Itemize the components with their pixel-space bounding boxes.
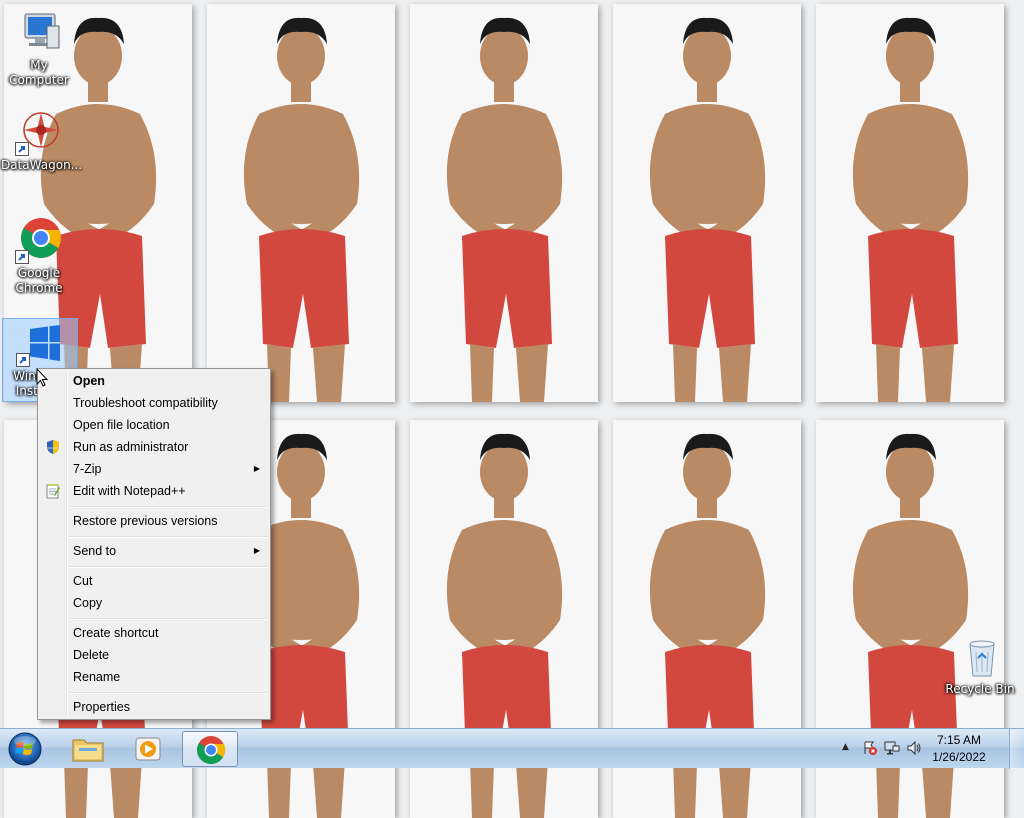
shortcut-arrow-icon xyxy=(16,353,30,367)
menu-item-restore-previous-versions[interactable]: Restore previous versions xyxy=(40,510,268,532)
recycle-bin-icon xyxy=(956,632,1004,680)
wallpaper-tile xyxy=(816,4,1004,402)
taskbar: ▲ 7:15 AM 1/26/2022 xyxy=(0,728,1024,769)
menu-item-run-as-administrator[interactable]: Run as administrator xyxy=(40,436,268,458)
menu-separator xyxy=(69,566,268,568)
context-menu: Open Troubleshoot compatibility Open fil… xyxy=(37,368,271,720)
menu-item-label: Cut xyxy=(73,574,93,588)
menu-item-open[interactable]: Open xyxy=(40,370,268,392)
menu-item-7zip[interactable]: 7-Zip ▶ xyxy=(40,458,268,480)
desktop-icon-label: Recycle Bin xyxy=(945,682,1015,696)
notepadpp-icon xyxy=(45,483,61,499)
menu-item-copy[interactable]: Copy xyxy=(40,592,268,614)
clock-date: 1/26/2022 xyxy=(932,750,986,764)
person-illustration xyxy=(649,17,766,402)
menu-item-edit-with-notepadpp[interactable]: Edit with Notepad++ xyxy=(40,480,268,502)
windows-logo-icon xyxy=(16,319,64,367)
desktop-icon-datawagon[interactable]: DataWagon... xyxy=(1,108,83,173)
submenu-arrow-icon: ▶ xyxy=(253,464,260,473)
menu-item-label: Open xyxy=(73,374,105,388)
desktop-icon-my-computer[interactable]: My Computer xyxy=(1,8,77,88)
menu-item-open-file-location[interactable]: Open file location xyxy=(40,414,268,436)
media-player-icon xyxy=(135,737,161,761)
menu-item-label: Restore previous versions xyxy=(73,514,218,528)
menu-item-label: Create shortcut xyxy=(73,626,159,640)
wallpaper-tile xyxy=(613,4,801,402)
desktop-icon-recycle-bin[interactable]: Recycle Bin xyxy=(942,632,1018,697)
desktop-icon-label: Google Chrome xyxy=(15,266,63,295)
desktop-icon-google-chrome[interactable]: Google Chrome xyxy=(1,216,77,296)
show-hidden-icons-button[interactable]: ▲ xyxy=(842,742,854,756)
taskbar-media-player-button[interactable] xyxy=(120,731,176,767)
clock-time: 7:15 AM xyxy=(936,733,982,747)
computer-icon xyxy=(15,8,63,56)
menu-separator xyxy=(69,618,268,620)
network-icon[interactable] xyxy=(884,740,900,756)
menu-separator xyxy=(69,692,268,694)
desktop-icon-label: My Computer xyxy=(9,58,69,87)
system-tray: ▲ 7:15 AM 1/26/2022 xyxy=(834,729,1024,769)
menu-item-cut[interactable]: Cut xyxy=(40,570,268,592)
menu-item-rename[interactable]: Rename xyxy=(40,666,268,688)
shortcut-arrow-icon xyxy=(15,250,29,264)
menu-item-delete[interactable]: Delete xyxy=(40,644,268,666)
menu-item-label: Troubleshoot compatibility xyxy=(73,396,218,410)
menu-item-label: Open file location xyxy=(73,418,170,432)
menu-item-properties[interactable]: Properties xyxy=(40,696,268,718)
show-desktop-button[interactable] xyxy=(1009,729,1024,769)
volume-icon[interactable] xyxy=(906,740,922,756)
wallpaper-tile xyxy=(207,4,395,402)
windows-orb-icon xyxy=(8,732,42,766)
desktop-icon-label: DataWagon... xyxy=(1,158,83,172)
menu-item-label: Rename xyxy=(73,670,121,684)
person-illustration xyxy=(446,17,563,402)
menu-separator xyxy=(69,536,268,538)
taskbar-chrome-button[interactable] xyxy=(182,731,238,767)
menu-item-label: Delete xyxy=(73,648,110,662)
folder-icon xyxy=(72,739,104,762)
chrome-icon xyxy=(197,736,226,764)
menu-item-label: Properties xyxy=(73,700,130,714)
menu-item-create-shortcut[interactable]: Create shortcut xyxy=(40,622,268,644)
menu-item-label: Send to xyxy=(73,544,117,558)
uac-shield-icon xyxy=(45,439,61,455)
menu-item-label: Copy xyxy=(73,596,103,610)
start-button[interactable] xyxy=(5,731,45,767)
chrome-icon xyxy=(15,216,63,264)
taskbar-explorer-button[interactable] xyxy=(60,731,116,767)
menu-item-troubleshoot-compatibility[interactable]: Troubleshoot compatibility xyxy=(40,392,268,414)
menu-separator xyxy=(69,506,268,508)
menu-item-label: Run as administrator xyxy=(73,440,189,454)
datawagon-icon xyxy=(15,108,63,156)
taskbar-clock[interactable]: 7:15 AM 1/26/2022 xyxy=(924,732,994,766)
menu-item-send-to[interactable]: Send to ▶ xyxy=(40,540,268,562)
person-illustration xyxy=(243,17,360,402)
mouse-cursor-icon xyxy=(36,367,50,388)
submenu-arrow-icon: ▶ xyxy=(253,546,260,555)
menu-item-label: Edit with Notepad++ xyxy=(73,484,186,498)
action-center-icon[interactable] xyxy=(862,740,878,756)
wallpaper-tile xyxy=(410,4,598,402)
person-illustration xyxy=(852,17,969,402)
menu-item-label: 7-Zip xyxy=(73,462,102,476)
shortcut-arrow-icon xyxy=(15,142,29,156)
